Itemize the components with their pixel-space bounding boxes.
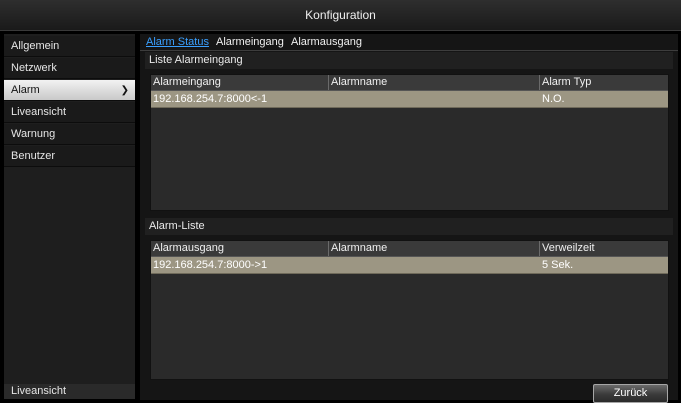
main-panel: Alarm Status Alarmeingang Alarmausgang L…: [140, 34, 678, 403]
column-header-alarmeingang: Alarmeingang: [153, 76, 221, 88]
tab-divider: [140, 50, 678, 51]
sidebar-item-benutzer[interactable]: Benutzer: [4, 146, 135, 167]
section-title-outputs: Alarm-Liste: [145, 218, 673, 235]
sidebar-item-liveansicht[interactable]: Liveansicht: [4, 102, 135, 123]
cell-alarmeingang: 192.168.254.7:8000<-1: [153, 93, 268, 105]
sidebar-item-warnung[interactable]: Warnung: [4, 124, 135, 145]
column-header-verweilzeit: Verweilzeit: [539, 241, 667, 256]
window-title: Konfiguration: [0, 0, 681, 31]
cell-alarm-typ: N.O.: [542, 93, 565, 105]
table-row[interactable]: 192.168.254.7:8000<-1 N.O.: [151, 91, 668, 108]
liveansicht-button[interactable]: Liveansicht: [4, 384, 135, 399]
back-button[interactable]: Zurück: [593, 384, 668, 403]
sidebar-item-allgemein[interactable]: Allgemein: [4, 36, 135, 57]
cell-alarmname: [329, 91, 331, 107]
chevron-right-icon: ❯: [120, 85, 129, 96]
table-header: Alarmeingang Alarmname Alarm Typ: [151, 75, 668, 91]
column-header-alarm-typ: Alarm Typ: [539, 75, 667, 90]
tab-alarmeingang[interactable]: Alarmeingang: [216, 36, 284, 48]
tab-alarmausgang[interactable]: Alarmausgang: [291, 36, 362, 48]
tab-alarm-status[interactable]: Alarm Status: [146, 36, 209, 48]
column-header-alarmausgang: Alarmausgang: [153, 242, 224, 254]
cell-alarmausgang: 192.168.254.7:8000->1: [153, 259, 268, 271]
section-title-inputs: Liste Alarmeingang: [145, 52, 673, 69]
cell-verweilzeit: 5 Sek.: [542, 259, 574, 271]
column-header-alarmname: Alarmname: [328, 241, 539, 256]
table-row[interactable]: 192.168.254.7:8000->1 5 Sek.: [151, 257, 668, 274]
sidebar-item-label: Alarm: [11, 84, 40, 96]
table-header: Alarmausgang Alarmname Verweilzeit: [151, 241, 668, 257]
sidebar-item-alarm[interactable]: Alarm ❯: [4, 80, 135, 101]
alarm-output-table: Alarmausgang Alarmname Verweilzeit 192.1…: [150, 240, 669, 380]
alarm-input-table: Alarmeingang Alarmname Alarm Typ 192.168…: [150, 74, 669, 211]
cell-alarmname: [329, 257, 331, 273]
sidebar: Allgemein Netzwerk Alarm ❯ Liveansicht W…: [4, 34, 135, 399]
column-header-alarmname: Alarmname: [328, 75, 539, 90]
sidebar-item-netzwerk[interactable]: Netzwerk: [4, 58, 135, 79]
